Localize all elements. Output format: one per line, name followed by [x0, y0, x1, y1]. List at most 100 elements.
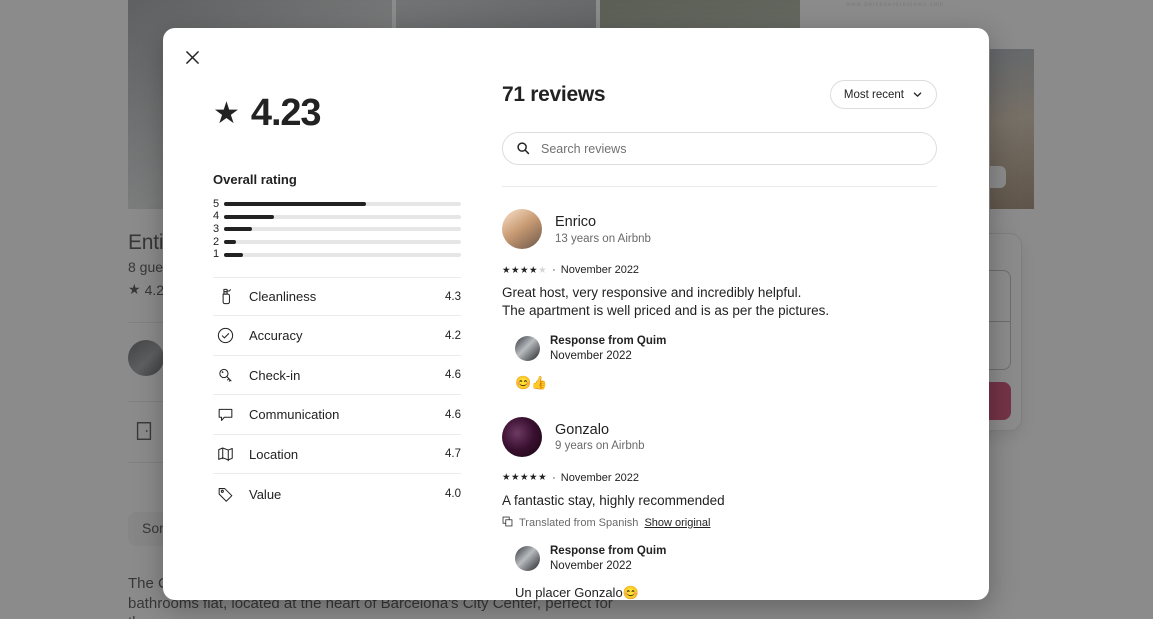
rating-bar-fill: [224, 202, 367, 207]
reviewer-tenure: 13 years on Airbnb: [555, 232, 651, 245]
category-row-value: Value 4.0: [213, 474, 461, 514]
category-row-checkin: Check-in 4.6: [213, 356, 461, 396]
rating-distribution: 5 4 3 2 1: [213, 198, 461, 261]
reviewer-identity: Gonzalo 9 years on Airbnb: [555, 421, 645, 452]
host-response-header: Response from Quim November 2022: [515, 544, 943, 574]
category-value: 4.6: [445, 369, 461, 382]
category-label: Communication: [249, 407, 340, 423]
review-text: A fantastic stay, highly recommended: [502, 492, 725, 508]
reviews-modal: ★ 4.23 Overall rating 5 4 3 2 1 Cleanlin…: [163, 28, 989, 600]
avatar[interactable]: [515, 336, 540, 362]
rating-bar-fill: [224, 227, 253, 232]
rating-bar-row: 2: [213, 236, 461, 249]
divider: [502, 186, 937, 187]
host-response: Response from Quim November 2022 😊👍: [515, 334, 943, 391]
map-icon: [213, 442, 237, 466]
modal-body: ★ 4.23 Overall rating 5 4 3 2 1 Cleanlin…: [163, 28, 989, 600]
reviews-list[interactable]: Enrico 13 years on Airbnb ★★★★★ · Novemb…: [502, 209, 965, 600]
search-reviews-wrapper: [502, 132, 937, 165]
host-response-text: 😊👍: [515, 374, 548, 390]
rating-bar-star-count: 3: [213, 222, 220, 235]
reviewer-header: Gonzalo 9 years on Airbnb: [502, 416, 943, 457]
meta-separator: ·: [552, 264, 556, 276]
rating-bar-row: 4: [213, 211, 461, 224]
rating-bar-track: [224, 240, 461, 245]
close-icon: [185, 50, 199, 64]
translate-icon: [502, 516, 513, 530]
sort-dropdown[interactable]: Most recent: [829, 80, 937, 109]
search-icon: [516, 141, 530, 160]
review-item: Enrico 13 years on Airbnb ★★★★★ · Novemb…: [502, 209, 943, 391]
host-response: Response from Quim November 2022 Un plac…: [515, 544, 943, 600]
category-value: 4.6: [445, 408, 461, 421]
search-input[interactable]: [502, 132, 937, 165]
reviews-count: 71 reviews: [502, 82, 606, 106]
rating-bar-star-count: 4: [213, 210, 220, 223]
host-response-identity: Response from Quim November 2022: [550, 334, 666, 364]
rating-bar-track: [224, 252, 461, 257]
rating-bar-star-count: 5: [213, 197, 220, 210]
rating-bar-track: [224, 202, 461, 207]
avatar[interactable]: [502, 209, 542, 249]
host-response-text: Un placer Gonzalo😊: [515, 584, 639, 600]
translation-note: Translated from Spanish: [519, 516, 639, 529]
category-row-communication: Communication 4.6: [213, 395, 461, 435]
check-circle-icon: [213, 324, 237, 348]
category-value: 4.2: [445, 329, 461, 342]
category-row-location: Location 4.7: [213, 435, 461, 475]
meta-separator: ·: [552, 471, 556, 484]
sort-dropdown-label: Most recent: [843, 88, 904, 101]
reviewer-identity: Enrico 13 years on Airbnb: [555, 213, 651, 244]
rating-bar-fill: [224, 240, 236, 245]
reviewer-tenure: 9 years on Airbnb: [555, 440, 645, 453]
star-rating-icon: ★★★★★: [502, 472, 548, 484]
star-rating-icon: ★★★★★: [502, 264, 548, 276]
category-value: 4.3: [445, 290, 461, 303]
key-icon: [213, 363, 237, 387]
review-meta: ★★★★★ · November 2022: [502, 264, 943, 276]
category-ratings-list: Cleanliness 4.3 Accuracy 4.2 Check-in 4.…: [213, 276, 461, 514]
host-response-title: Response from Quim: [550, 544, 667, 557]
category-row-accuracy: Accuracy 4.2: [213, 316, 461, 356]
host-response-date: November 2022: [550, 349, 632, 362]
reviews-header: 71 reviews Most recent: [502, 80, 965, 109]
review-date: November 2022: [560, 471, 640, 484]
rating-bar-fill: [224, 252, 243, 257]
reviewer-name: Gonzalo: [555, 422, 610, 439]
category-label: Accuracy: [249, 328, 303, 344]
review-item: Gonzalo 9 years on Airbnb ★★★★★ · Novemb…: [502, 416, 943, 600]
avatar[interactable]: [515, 546, 540, 572]
speech-bubble-icon: [213, 403, 237, 427]
category-row-cleanliness: Cleanliness 4.3: [213, 276, 461, 317]
category-label: Cleanliness: [249, 289, 317, 305]
host-response-title: Response from Quim: [550, 335, 667, 347]
rating-bar-row: 3: [213, 223, 461, 236]
review-date: November 2022: [560, 264, 640, 276]
tag-icon: [213, 482, 237, 506]
show-original-link[interactable]: Show original: [644, 517, 710, 529]
category-label: Check-in: [249, 367, 301, 383]
rating-bar-track: [224, 227, 461, 232]
rating-bar-fill: [224, 214, 274, 219]
overall-rating-score: 4.23: [250, 92, 322, 134]
rating-bar-star-count: 2: [213, 235, 220, 248]
category-label: Value: [249, 486, 282, 502]
category-value: 4.7: [445, 448, 461, 461]
reviews-panel: 71 reviews Most recent Search reviews En…: [479, 80, 965, 600]
rating-bar-row: 5: [213, 198, 461, 211]
rating-bar-row: 1: [213, 248, 461, 261]
rating-bar-star-count: 1: [213, 248, 220, 261]
review-text: Great host, very responsive and incredib…: [502, 285, 830, 318]
spray-bottle-icon: [213, 285, 237, 309]
close-button[interactable]: [176, 41, 208, 73]
avatar[interactable]: [502, 416, 542, 457]
review-meta: ★★★★★ · November 2022: [502, 472, 943, 484]
rating-bar-track: [224, 214, 461, 219]
ratings-summary-panel: ★ 4.23 Overall rating 5 4 3 2 1 Cleanlin…: [187, 80, 479, 600]
host-response-identity: Response from Quim November 2022: [550, 544, 666, 574]
overall-rating-label: Overall rating: [213, 172, 297, 187]
chevron-down-icon: [913, 92, 922, 97]
category-value: 4.0: [445, 488, 461, 501]
reviewer-name: Enrico: [555, 214, 597, 231]
category-label: Location: [249, 446, 299, 462]
